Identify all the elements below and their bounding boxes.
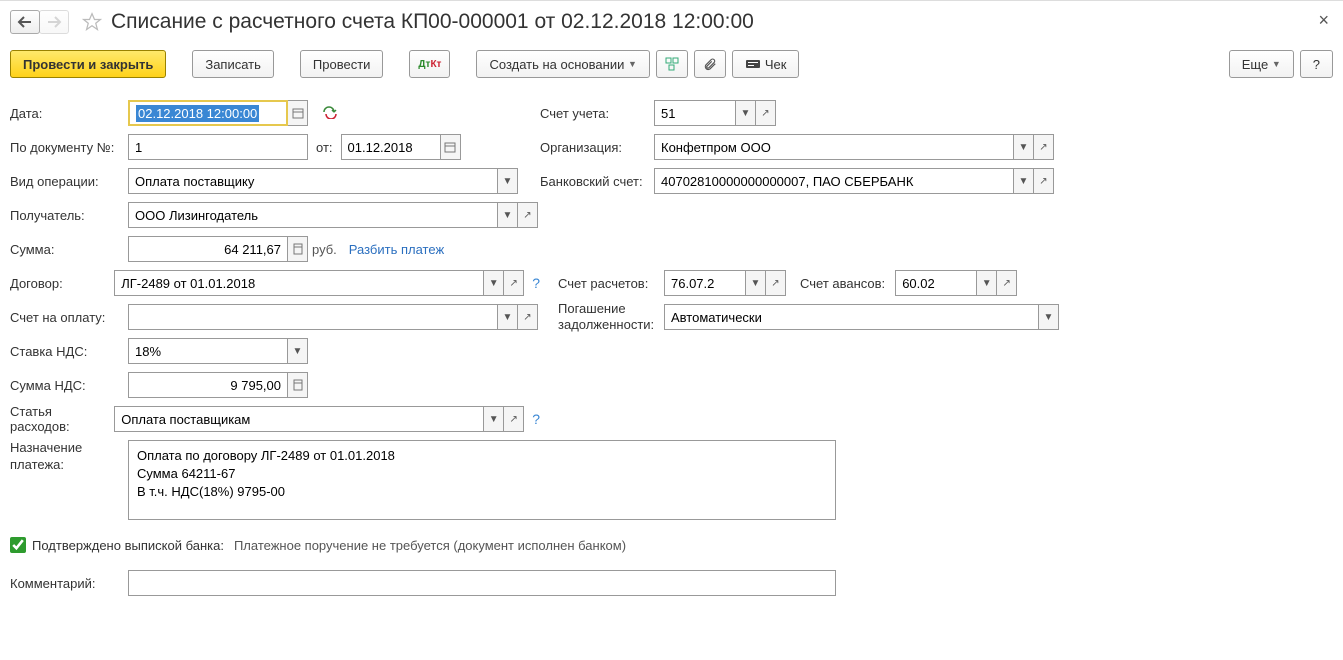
dropdown-icon[interactable]: ▼ <box>484 406 504 432</box>
bankacc-label: Банковский счет: <box>540 174 654 189</box>
debtrepay-label: Погашение задолженности: <box>558 301 664 332</box>
confirmed-label: Подтверждено выпиской банка: <box>32 538 224 553</box>
nav-forward-button[interactable] <box>39 10 69 34</box>
invoice-label: Счет на оплату: <box>10 310 128 325</box>
attachment-button[interactable] <box>694 50 726 78</box>
vatamount-label: Сумма НДС: <box>10 378 128 393</box>
debtrepay-input[interactable] <box>664 304 1039 330</box>
post-button[interactable]: Провести <box>300 50 384 78</box>
dropdown-icon[interactable]: ▼ <box>484 270 504 296</box>
open-icon[interactable]: ↗ <box>1034 168 1054 194</box>
recipient-input[interactable] <box>128 202 498 228</box>
open-icon[interactable]: ↗ <box>504 406 524 432</box>
help-button[interactable]: ? <box>1300 50 1333 78</box>
invoice-input[interactable] <box>128 304 498 330</box>
dropdown-icon[interactable]: ▼ <box>977 270 997 296</box>
favorite-star-icon[interactable] <box>81 11 103 33</box>
settleacc-label: Счет расчетов: <box>558 276 664 291</box>
optype-label: Вид операции: <box>10 174 128 189</box>
open-icon[interactable]: ↗ <box>518 202 538 228</box>
bankacc-input[interactable] <box>654 168 1014 194</box>
dropdown-icon[interactable]: ▼ <box>1014 168 1034 194</box>
create-based-on-button[interactable]: Создать на основании ▼ <box>476 50 649 78</box>
open-icon[interactable]: ↗ <box>504 270 524 296</box>
repost-icon[interactable] <box>322 105 338 122</box>
open-icon[interactable]: ↗ <box>518 304 538 330</box>
recipient-label: Получатель: <box>10 208 128 223</box>
calendar-icon[interactable] <box>441 134 461 160</box>
purpose-label: Назначение платежа: <box>10 440 128 474</box>
account-input[interactable] <box>654 100 736 126</box>
dropdown-icon[interactable]: ▼ <box>498 304 518 330</box>
dropdown-icon[interactable]: ▼ <box>746 270 766 296</box>
page-title: Списание с расчетного счета КП00-000001 … <box>111 10 754 34</box>
vatrate-label: Ставка НДС: <box>10 344 128 359</box>
currency-label: руб. <box>312 242 337 257</box>
expense-input[interactable] <box>114 406 484 432</box>
dropdown-icon[interactable]: ▼ <box>1039 304 1059 330</box>
contract-input[interactable] <box>114 270 484 296</box>
open-icon[interactable]: ↗ <box>756 100 776 126</box>
nav-back-button[interactable] <box>10 10 40 34</box>
amount-input[interactable] <box>128 236 288 262</box>
contract-label: Договор: <box>10 276 114 291</box>
post-and-close-button[interactable]: Провести и закрыть <box>10 50 166 78</box>
docno-input[interactable] <box>128 134 308 160</box>
purpose-textarea[interactable] <box>128 440 836 520</box>
calc-icon[interactable] <box>288 372 308 398</box>
close-icon[interactable]: × <box>1318 10 1329 31</box>
dropdown-icon[interactable]: ▼ <box>498 202 518 228</box>
structure-button[interactable] <box>656 50 688 78</box>
docno-label: По документу №: <box>10 140 128 155</box>
more-button[interactable]: Еще ▼ <box>1229 50 1294 78</box>
account-label: Счет учета: <box>540 106 654 121</box>
settleacc-input[interactable] <box>664 270 746 296</box>
dropdown-icon[interactable]: ▼ <box>1014 134 1034 160</box>
org-label: Организация: <box>540 140 654 155</box>
expense-label: Статья расходов: <box>10 404 114 434</box>
open-icon[interactable]: ↗ <box>1034 134 1054 160</box>
org-input[interactable] <box>654 134 1014 160</box>
vatamount-input[interactable] <box>128 372 288 398</box>
comment-input[interactable] <box>128 570 836 596</box>
confirmed-note: Платежное поручение не требуется (докуме… <box>234 538 626 553</box>
amount-label: Сумма: <box>10 242 128 257</box>
calc-icon[interactable] <box>288 236 308 262</box>
hint-icon[interactable]: ? <box>532 275 540 291</box>
from-label: от: <box>316 140 333 155</box>
date-label: Дата: <box>10 106 128 121</box>
optype-input[interactable] <box>128 168 498 194</box>
check-button[interactable]: Чек <box>732 50 800 78</box>
comment-label: Комментарий: <box>10 576 128 591</box>
advanceacc-input[interactable] <box>895 270 977 296</box>
confirmed-checkbox[interactable] <box>10 537 26 553</box>
docdate-input[interactable] <box>341 134 441 160</box>
dtkt-button[interactable]: ДтКт <box>409 50 450 78</box>
date-input[interactable]: 02.12.2018 12:00:00 <box>128 100 288 126</box>
save-button[interactable]: Записать <box>192 50 274 78</box>
split-payment-link[interactable]: Разбить платеж <box>349 242 444 257</box>
hint-icon[interactable]: ? <box>532 411 540 427</box>
open-icon[interactable]: ↗ <box>997 270 1017 296</box>
dropdown-icon[interactable]: ▼ <box>736 100 756 126</box>
dropdown-icon[interactable]: ▼ <box>288 338 308 364</box>
calendar-icon[interactable] <box>288 100 308 126</box>
open-icon[interactable]: ↗ <box>766 270 786 296</box>
advanceacc-label: Счет авансов: <box>800 276 885 291</box>
vatrate-input[interactable] <box>128 338 288 364</box>
dropdown-icon[interactable]: ▼ <box>498 168 518 194</box>
